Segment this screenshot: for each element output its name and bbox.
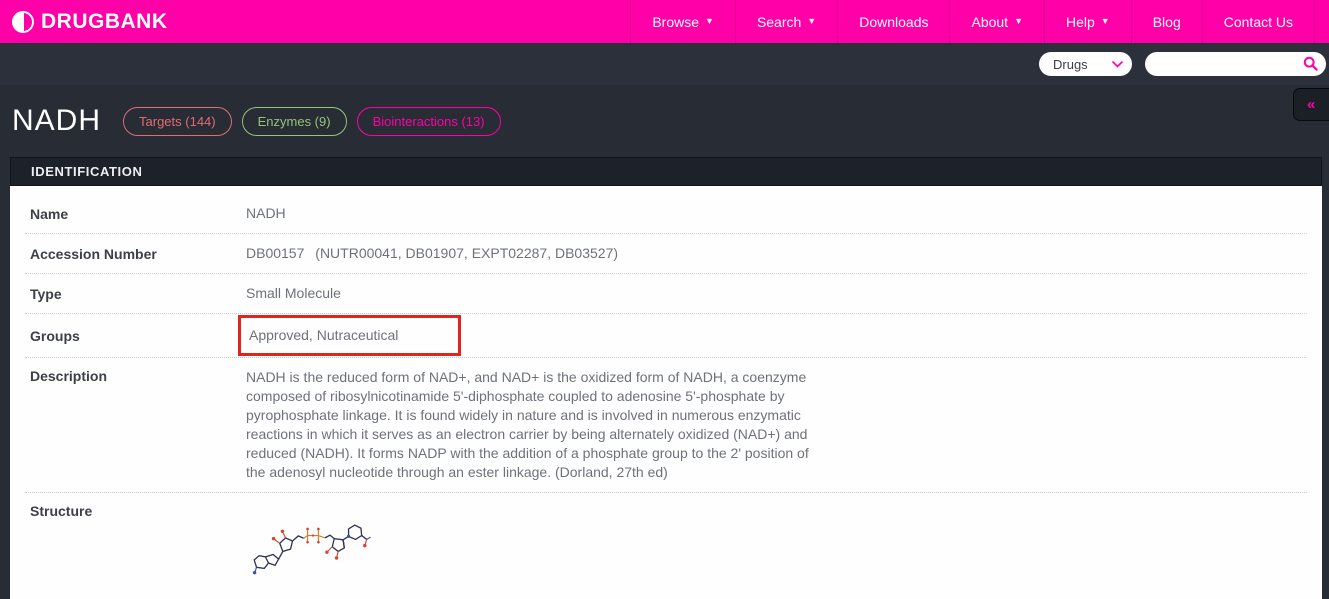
caret-down-icon: ▼ bbox=[705, 17, 714, 26]
drugbank-logo[interactable]: DRUGBANK bbox=[12, 0, 168, 43]
main-nav: Browse ▼ Search ▼ Downloads About ▼ Help… bbox=[630, 0, 1315, 43]
top-navbar: DRUGBANK Browse ▼ Search ▼ Downloads Abo… bbox=[0, 0, 1329, 43]
nav-item-browse[interactable]: Browse ▼ bbox=[630, 0, 735, 43]
accession-primary: DB00157 bbox=[246, 245, 304, 261]
nav-item-about[interactable]: About ▼ bbox=[949, 0, 1044, 43]
search-category-selected: Drugs bbox=[1053, 57, 1088, 72]
caret-down-icon: ▼ bbox=[1101, 17, 1110, 26]
identification-section-header: IDENTIFICATION bbox=[10, 157, 1322, 186]
row-value: Small Molecule bbox=[246, 284, 341, 303]
page-title: NADH bbox=[12, 104, 101, 138]
row-label: Name bbox=[25, 206, 246, 222]
summary-badges: Targets (144) Enzymes (9) Biointeraction… bbox=[123, 107, 501, 136]
nav-item-label: Downloads bbox=[859, 14, 928, 30]
nav-item-help[interactable]: Help ▼ bbox=[1044, 0, 1131, 43]
description-text: NADH is the reduced form of NAD+, and NA… bbox=[246, 368, 818, 482]
badge-enzymes[interactable]: Enzymes (9) bbox=[242, 107, 347, 136]
search-box bbox=[1145, 52, 1326, 76]
nav-item-label: About bbox=[971, 14, 1008, 30]
row-value: Approved, Nutraceutical bbox=[246, 315, 461, 356]
badge-targets[interactable]: Targets (144) bbox=[123, 107, 232, 136]
red-annotation-box: Approved, Nutraceutical bbox=[238, 315, 461, 356]
drugbank-logo-text: DRUGBANK bbox=[41, 10, 168, 34]
chevron-down-icon bbox=[1112, 61, 1123, 68]
row-label: Structure bbox=[25, 503, 246, 519]
caret-down-icon: ▼ bbox=[1014, 17, 1023, 26]
table-row-groups: Groups Approved, Nutraceutical bbox=[25, 314, 1307, 358]
row-label: Groups bbox=[25, 328, 246, 344]
groups-value: Approved, Nutraceutical bbox=[249, 327, 398, 343]
row-value: NADH bbox=[246, 204, 286, 223]
molecule-structure-image[interactable] bbox=[246, 517, 373, 575]
nav-item-label: Contact Us bbox=[1224, 14, 1293, 30]
row-value bbox=[246, 503, 373, 575]
collapse-panel-button[interactable]: « bbox=[1293, 88, 1329, 121]
row-value: DB00157 (NUTR00041, DB01907, EXPT02287, … bbox=[246, 244, 618, 263]
table-row-name: Name NADH bbox=[25, 186, 1307, 234]
nav-item-label: Help bbox=[1066, 14, 1095, 30]
badge-biointeractions[interactable]: Biointeractions (13) bbox=[357, 107, 501, 136]
identification-card: Name NADH Accession Number DB00157 (NUTR… bbox=[10, 186, 1322, 599]
nav-item-blog[interactable]: Blog bbox=[1131, 0, 1202, 43]
drug-header: NADH Targets (144) Enzymes (9) Biointera… bbox=[0, 85, 1329, 157]
nav-item-downloads[interactable]: Downloads bbox=[837, 0, 949, 43]
nav-item-search[interactable]: Search ▼ bbox=[735, 0, 837, 43]
accession-others: (NUTR00041, DB01907, EXPT02287, DB03527) bbox=[315, 245, 618, 261]
table-row-accession-number: Accession Number DB00157 (NUTR00041, DB0… bbox=[25, 234, 1307, 274]
drugbank-logo-icon bbox=[12, 11, 34, 33]
nav-item-label: Blog bbox=[1153, 14, 1181, 30]
table-row-description: Description NADH is the reduced form of … bbox=[25, 358, 1307, 493]
nav-item-contact-us[interactable]: Contact Us bbox=[1202, 0, 1315, 43]
table-row-structure: Structure bbox=[25, 493, 1307, 585]
row-label: Description bbox=[25, 368, 246, 384]
search-category-select[interactable]: Drugs bbox=[1039, 52, 1132, 76]
row-label: Accession Number bbox=[25, 246, 246, 262]
search-icon[interactable] bbox=[1303, 56, 1318, 71]
row-label: Type bbox=[25, 286, 246, 302]
section-title: IDENTIFICATION bbox=[31, 164, 142, 179]
nav-item-label: Browse bbox=[652, 14, 699, 30]
search-input[interactable] bbox=[1157, 54, 1307, 74]
search-bar-strip: Drugs bbox=[0, 43, 1329, 85]
caret-down-icon: ▼ bbox=[807, 17, 816, 26]
double-chevron-left-icon: « bbox=[1307, 96, 1315, 113]
nav-item-label: Search bbox=[757, 14, 801, 30]
table-row-type: Type Small Molecule bbox=[25, 274, 1307, 314]
